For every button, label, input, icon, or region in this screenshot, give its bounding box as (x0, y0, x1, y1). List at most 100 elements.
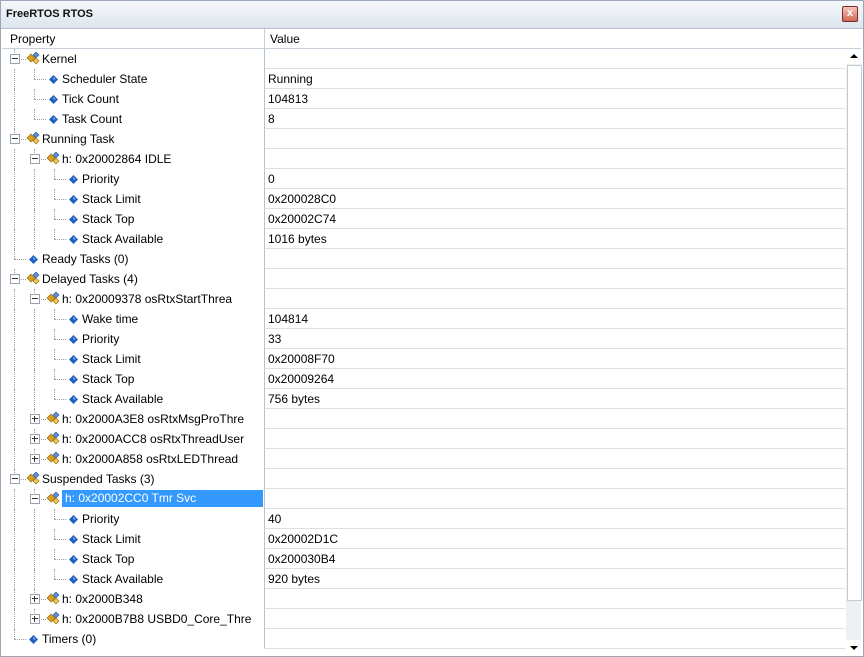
value-cell[interactable] (264, 249, 845, 269)
property-label[interactable]: Running Task (42, 132, 115, 146)
value-cell[interactable] (264, 409, 845, 429)
tree-row[interactable]: Running Task (2, 129, 845, 149)
property-label[interactable]: Suspended Tasks (3) (42, 472, 155, 486)
property-cell[interactable]: h: 0x20002CC0 Tmr Svc (2, 489, 263, 509)
tree-row[interactable]: h: 0x2000ACC8 osRtxThreadUser (2, 429, 845, 449)
property-label[interactable]: h: 0x20002CC0 Tmr Svc (62, 490, 263, 507)
property-label[interactable]: Stack Limit (82, 532, 141, 546)
tree-row[interactable]: Priority 33 (2, 329, 845, 349)
value-cell[interactable] (264, 449, 845, 469)
property-cell[interactable]: Kernel (2, 49, 263, 69)
property-label[interactable]: Task Count (62, 112, 122, 126)
property-cell[interactable]: Tick Count (2, 89, 263, 109)
tree-row[interactable]: Tick Count 104813 (2, 89, 845, 109)
value-cell[interactable]: 40 (264, 509, 845, 529)
property-label[interactable]: Kernel (42, 52, 77, 66)
collapse-icon[interactable] (10, 54, 20, 64)
property-column-header[interactable]: Property (10, 32, 55, 46)
property-cell[interactable]: Priority (2, 169, 263, 189)
property-cell[interactable]: h: 0x2000A3E8 osRtxMsgProThre (2, 409, 263, 429)
property-label[interactable]: Wake time (82, 312, 138, 326)
property-label[interactable]: Stack Top (82, 372, 134, 386)
value-cell[interactable] (264, 129, 845, 149)
tree-row[interactable]: Stack Top 0x20009264 (2, 369, 845, 389)
value-cell[interactable]: 0x200028C0 (264, 189, 845, 209)
property-cell[interactable]: Stack Limit (2, 189, 263, 209)
value-cell[interactable]: 1016 bytes (264, 229, 845, 249)
collapse-icon[interactable] (30, 494, 40, 504)
property-label[interactable]: Stack Limit (82, 352, 141, 366)
property-cell[interactable]: Stack Available (2, 389, 263, 409)
property-cell[interactable]: Stack Top (2, 549, 263, 569)
tree-row[interactable]: Stack Top 0x20002C74 (2, 209, 845, 229)
property-label[interactable]: Tick Count (62, 92, 119, 106)
property-cell[interactable]: Priority (2, 509, 263, 529)
property-cell[interactable]: Task Count (2, 109, 263, 129)
property-label[interactable]: Stack Top (82, 552, 134, 566)
tree-row[interactable]: Stack Limit 0x20008F70 (2, 349, 845, 369)
tree-row[interactable]: Task Count 8 (2, 109, 845, 129)
property-cell[interactable]: h: 0x2000ACC8 osRtxThreadUser (2, 429, 263, 449)
tree-row[interactable]: Stack Top 0x200030B4 (2, 549, 845, 569)
collapse-icon[interactable] (30, 294, 40, 304)
tree-row[interactable]: Stack Limit 0x20002D1C (2, 529, 845, 549)
property-label[interactable]: h: 0x2000B348 (62, 592, 143, 606)
property-label[interactable]: h: 0x2000A858 osRtxLEDThread (62, 452, 238, 466)
property-cell[interactable]: Suspended Tasks (3) (2, 469, 263, 489)
collapse-icon[interactable] (10, 134, 20, 144)
property-cell[interactable]: Stack Limit (2, 529, 263, 549)
property-cell[interactable]: h: 0x20002864 IDLE (2, 149, 263, 169)
property-label[interactable]: Timers (0) (42, 632, 96, 646)
scroll-thumb[interactable] (847, 65, 862, 601)
property-cell[interactable]: Stack Available (2, 229, 263, 249)
property-label[interactable]: Stack Top (82, 212, 134, 226)
tree-row[interactable]: h: 0x2000B348 (2, 589, 845, 609)
value-cell[interactable] (264, 429, 845, 449)
tree-row[interactable]: h: 0x2000B7B8 USBD0_Core_Thre (2, 609, 845, 629)
collapse-icon[interactable] (10, 474, 20, 484)
property-cell[interactable]: h: 0x2000B348 (2, 589, 263, 609)
property-label[interactable]: Priority (82, 512, 119, 526)
value-cell[interactable] (264, 149, 845, 169)
value-cell[interactable] (264, 469, 845, 489)
collapse-icon[interactable] (10, 274, 20, 284)
value-cell[interactable] (264, 49, 845, 69)
tree-row[interactable]: Ready Tasks (0) (2, 249, 845, 269)
tree-row[interactable]: Priority 0 (2, 169, 845, 189)
property-cell[interactable]: h: 0x2000A858 osRtxLEDThread (2, 449, 263, 469)
value-cell[interactable] (264, 489, 845, 509)
value-cell[interactable]: 33 (264, 329, 845, 349)
property-cell[interactable]: Ready Tasks (0) (2, 249, 263, 269)
property-cell[interactable]: Scheduler State (2, 69, 263, 89)
expand-icon[interactable] (30, 614, 40, 624)
value-cell[interactable] (264, 589, 845, 609)
value-cell[interactable]: 0 (264, 169, 845, 189)
value-cell[interactable]: 104814 (264, 309, 845, 329)
tree-row[interactable]: Suspended Tasks (3) (2, 469, 845, 489)
expand-icon[interactable] (30, 434, 40, 444)
property-label[interactable]: Stack Available (82, 392, 163, 406)
expand-icon[interactable] (30, 414, 40, 424)
tree-row[interactable]: Stack Limit 0x200028C0 (2, 189, 845, 209)
property-label[interactable]: h: 0x20009378 osRtxStartThrea (62, 292, 232, 306)
property-cell[interactable]: Timers (0) (2, 629, 263, 649)
property-label[interactable]: Stack Available (82, 572, 163, 586)
tree-row[interactable]: Kernel (2, 49, 845, 69)
value-cell[interactable]: 0x20008F70 (264, 349, 845, 369)
property-cell[interactable]: h: 0x2000B7B8 USBD0_Core_Thre (2, 609, 263, 629)
property-cell[interactable]: Stack Top (2, 369, 263, 389)
value-cell[interactable]: 8 (264, 109, 845, 129)
property-label[interactable]: Priority (82, 332, 119, 346)
tree-row[interactable]: Scheduler State Running (2, 69, 845, 89)
property-label[interactable]: h: 0x2000ACC8 osRtxThreadUser (62, 432, 244, 446)
close-button[interactable]: x (842, 6, 858, 22)
collapse-icon[interactable] (30, 154, 40, 164)
tree-row[interactable]: h: 0x20009378 osRtxStartThrea (2, 289, 845, 309)
scroll-up-button[interactable] (846, 49, 861, 64)
property-cell[interactable]: Stack Top (2, 209, 263, 229)
property-label[interactable]: Stack Available (82, 232, 163, 246)
value-cell[interactable] (264, 629, 845, 649)
value-cell[interactable]: 0x200030B4 (264, 549, 845, 569)
property-label[interactable]: h: 0x2000B7B8 USBD0_Core_Thre (62, 612, 251, 626)
property-label[interactable]: Priority (82, 172, 119, 186)
